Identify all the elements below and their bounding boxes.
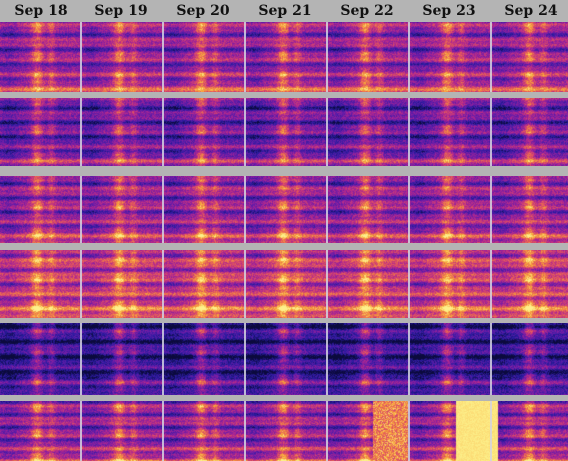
day-label: Sep 23 <box>422 3 476 19</box>
day-divider <box>408 22 410 92</box>
date-header: Sep 18 Sep 19 Sep 20 Sep 21 Sep 22 Sep 23 Sep … <box>0 0 568 22</box>
day-divider <box>80 176 82 243</box>
day-divider <box>80 323 82 395</box>
day-divider <box>490 22 492 92</box>
day-divider <box>490 250 492 318</box>
day-divider <box>408 250 410 318</box>
day-divider <box>490 323 492 395</box>
day-divider <box>326 22 328 92</box>
day-divider <box>80 22 82 92</box>
day-divider <box>408 98 410 166</box>
day-divider <box>490 401 492 461</box>
spectrogram-image <box>0 22 568 92</box>
day-divider <box>244 176 246 243</box>
day-divider <box>80 98 82 166</box>
spectrogram-image <box>0 98 568 166</box>
day-divider <box>326 401 328 461</box>
spectrogram-strip <box>0 176 568 243</box>
day-divider <box>408 323 410 395</box>
spectrogram-image <box>0 401 568 461</box>
day-divider <box>490 98 492 166</box>
day-divider <box>162 401 164 461</box>
spectrogram-image <box>0 250 568 318</box>
spectrogram-strip <box>0 22 568 92</box>
spectrogram-strip <box>0 250 568 318</box>
day-divider <box>80 250 82 318</box>
day-divider <box>408 401 410 461</box>
day-label: Sep 19 <box>94 3 148 19</box>
day-divider <box>162 22 164 92</box>
day-divider <box>162 98 164 166</box>
day-divider <box>326 98 328 166</box>
day-divider <box>244 22 246 92</box>
spectrogram-image <box>0 323 568 395</box>
day-label: Sep 21 <box>258 3 312 19</box>
day-divider <box>408 176 410 243</box>
day-divider <box>326 323 328 395</box>
day-divider <box>162 323 164 395</box>
day-divider <box>244 401 246 461</box>
spectrogram-image <box>0 176 568 243</box>
day-divider <box>162 176 164 243</box>
day-divider <box>244 323 246 395</box>
spectrogram-strip <box>0 98 568 166</box>
day-divider <box>326 250 328 318</box>
day-divider <box>326 176 328 243</box>
day-divider <box>80 401 82 461</box>
day-label: Sep 22 <box>340 3 394 19</box>
day-divider <box>244 98 246 166</box>
day-label: Sep 24 <box>504 3 558 19</box>
spectrogram-strip <box>0 323 568 395</box>
spectrogram-strip <box>0 401 568 461</box>
day-divider <box>162 250 164 318</box>
day-divider <box>490 176 492 243</box>
day-label: Sep 20 <box>176 3 230 19</box>
day-divider <box>244 250 246 318</box>
day-label: Sep 18 <box>14 3 68 19</box>
